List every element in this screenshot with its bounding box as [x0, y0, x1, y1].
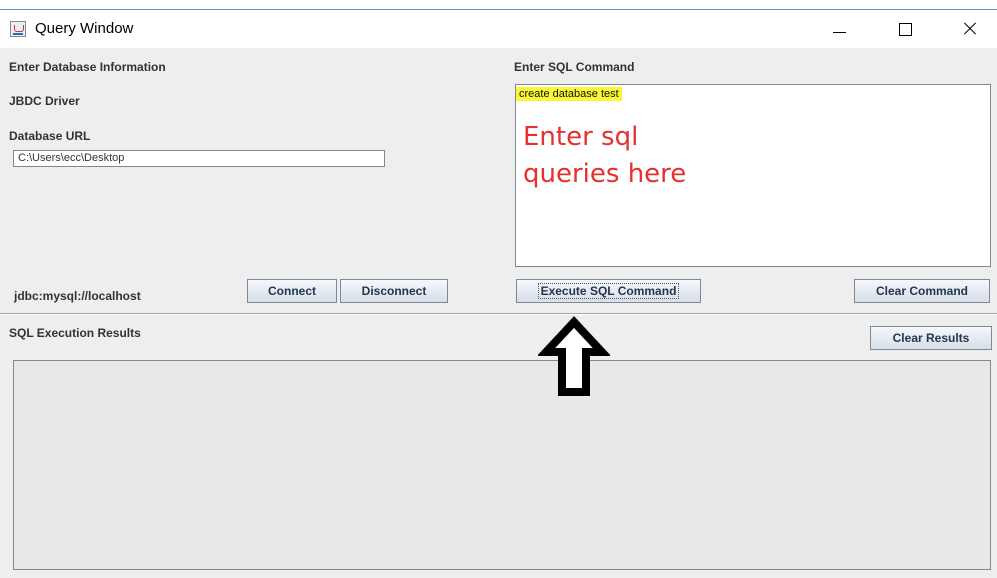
sql-command-heading: Enter SQL Command	[514, 60, 635, 74]
sql-command-textarea[interactable]: create database test Enter sql queries h…	[515, 84, 991, 267]
results-heading: SQL Execution Results	[9, 326, 141, 340]
annotation-text: Enter sql queries here	[523, 122, 687, 189]
maximize-icon[interactable]	[883, 10, 929, 48]
close-icon[interactable]	[947, 10, 993, 48]
content-area: Enter Database Information JBDC Driver D…	[0, 48, 997, 578]
up-arrow-icon	[538, 316, 610, 396]
db-url-field[interactable]: C:\Users\ecc\Desktop	[13, 150, 385, 167]
sql-command-text: create database test	[516, 87, 622, 101]
clear-command-button[interactable]: Clear Command	[854, 279, 990, 303]
java-app-icon	[10, 21, 26, 37]
title-bar[interactable]: Query Window	[0, 10, 997, 48]
execute-sql-button[interactable]: Execute SQL Command	[516, 279, 701, 303]
connection-status: jdbc:mysql://localhost	[14, 289, 141, 303]
disconnect-button[interactable]: Disconnect	[340, 279, 448, 303]
db-info-heading: Enter Database Information	[9, 60, 166, 74]
window-title: Query Window	[35, 20, 134, 37]
clear-results-button[interactable]: Clear Results	[870, 326, 992, 350]
driver-label: JBDC Driver	[9, 94, 80, 108]
connect-button[interactable]: Connect	[247, 279, 337, 303]
panel-divider	[0, 313, 997, 315]
results-textarea[interactable]	[13, 360, 991, 570]
minimize-icon[interactable]	[817, 10, 863, 48]
db-url-label: Database URL	[9, 129, 91, 143]
